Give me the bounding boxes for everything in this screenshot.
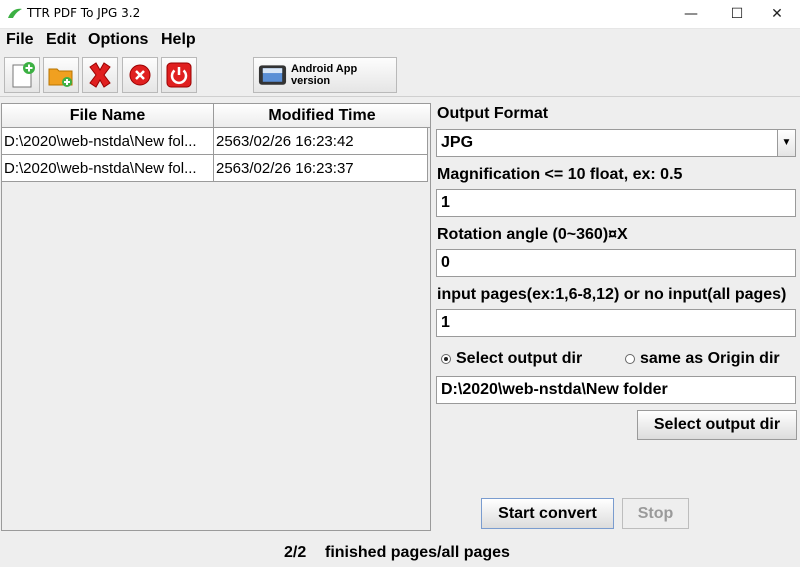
rotation-label: Rotation angle (0~360)¤X <box>437 226 628 243</box>
remove-button[interactable] <box>82 57 118 93</box>
pages-input[interactable]: 1 <box>436 309 796 337</box>
add-file-button[interactable] <box>4 57 40 93</box>
file-name-cell: D:\2020\web-nstda\New fol... <box>2 128 214 155</box>
android-app-button[interactable]: Android App version <box>253 57 397 93</box>
modified-time-cell: 2563/02/26 16:23:37 <box>214 155 428 182</box>
status-text: finished pages/all pages <box>325 544 510 561</box>
power-icon <box>166 62 192 88</box>
exit-button[interactable] <box>161 57 197 93</box>
magnification-input[interactable]: 1 <box>436 189 796 217</box>
progress-count: 2/2 <box>284 544 307 561</box>
minimize-button[interactable]: — <box>668 0 714 28</box>
add-file-icon <box>12 62 35 88</box>
radio-same-as-origin[interactable]: same as Origin dir <box>625 350 780 368</box>
cancel-button[interactable] <box>122 57 158 93</box>
radio-unchecked-icon <box>625 354 635 364</box>
table-row[interactable]: D:\2020\web-nstda\New fol... 2563/02/26 … <box>2 128 428 155</box>
menu-edit[interactable]: Edit <box>46 31 76 49</box>
rotation-input[interactable]: 0 <box>436 249 796 277</box>
add-folder-icon <box>48 68 73 87</box>
remove-icon <box>89 62 111 88</box>
radio-select-output-label: Select output dir <box>456 350 583 367</box>
radio-same-origin-label: same as Origin dir <box>640 350 780 367</box>
magnification-label: Magnification <= 10 float, ex: 0.5 <box>437 166 683 183</box>
column-header-modified-time[interactable]: Modified Time <box>214 104 430 128</box>
output-format-select[interactable]: JPG ▼ <box>436 129 796 157</box>
output-format-value: JPG <box>441 134 474 151</box>
start-convert-button[interactable]: Start convert <box>481 498 614 529</box>
chevron-down-icon[interactable]: ▼ <box>777 130 795 156</box>
title-bar: TTR PDF To JPG 3.2 — ☐ ✕ <box>0 0 800 29</box>
column-header-file-name[interactable]: File Name <box>2 104 214 128</box>
radio-select-output-dir[interactable]: Select output dir <box>441 350 582 368</box>
file-name-cell: D:\2020\web-nstda\New fol... <box>2 155 214 182</box>
cancel-icon <box>129 64 151 86</box>
select-output-dir-button[interactable]: Select output dir <box>637 410 797 440</box>
table-row[interactable]: D:\2020\web-nstda\New fol... 2563/02/26 … <box>2 155 428 182</box>
output-dir-input[interactable]: D:\2020\web-nstda\New folder <box>436 376 796 404</box>
menu-help[interactable]: Help <box>161 31 196 49</box>
file-table[interactable]: File Name Modified Time D:\2020\web-nstd… <box>1 103 431 531</box>
app-icon <box>8 8 22 18</box>
menu-bar: File Edit Options Help <box>0 29 800 53</box>
modified-time-cell: 2563/02/26 16:23:42 <box>214 128 428 155</box>
window-title: TTR PDF To JPG 3.2 <box>27 6 141 20</box>
menu-options[interactable]: Options <box>88 31 148 49</box>
android-app-label: Android App version <box>291 63 358 87</box>
toolbar: Android App version <box>0 54 800 97</box>
table-header: File Name Modified Time <box>2 104 430 128</box>
close-window-button[interactable]: ✕ <box>754 0 800 28</box>
output-format-label: Output Format <box>437 105 549 122</box>
add-folder-button[interactable] <box>43 57 79 93</box>
stop-button[interactable]: Stop <box>622 498 689 529</box>
radio-checked-icon <box>441 354 451 364</box>
pages-label: input pages(ex:1,6-8,12) or no input(all… <box>437 286 787 303</box>
phone-icon <box>258 65 287 85</box>
menu-file[interactable]: File <box>6 31 34 49</box>
